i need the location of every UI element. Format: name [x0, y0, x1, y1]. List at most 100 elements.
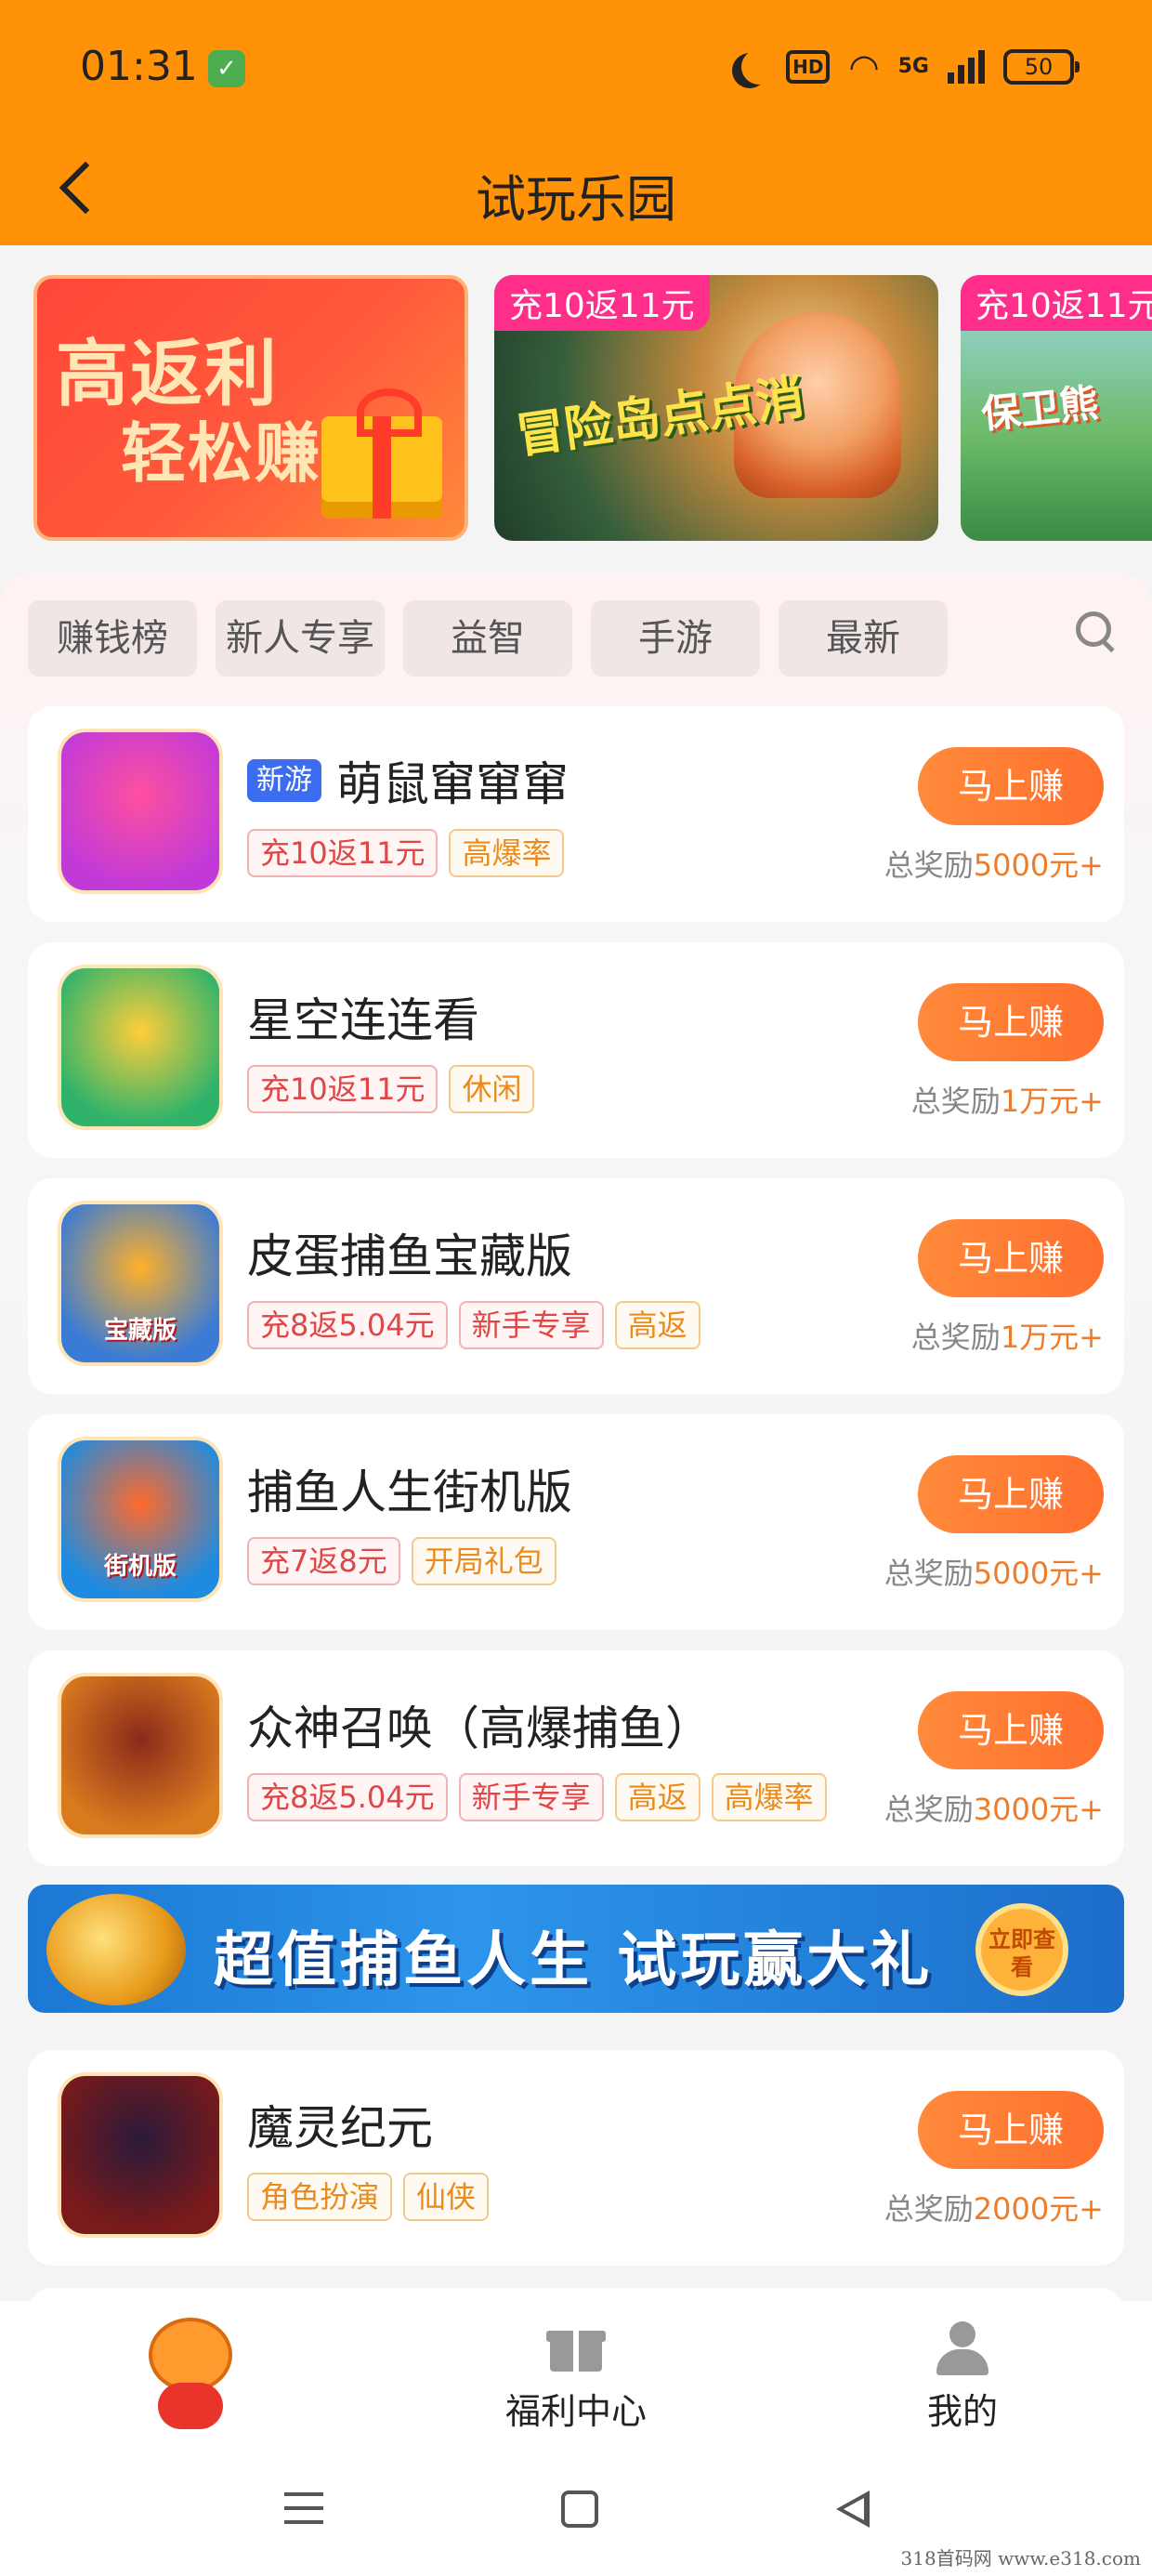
- gift-box-icon: [321, 388, 442, 519]
- menu-icon[interactable]: [284, 2492, 323, 2526]
- reward-label: 总奖励: [884, 848, 974, 883]
- game-title-row: 皮蛋捕鱼宝藏版: [247, 1219, 572, 1286]
- earn-now-button[interactable]: 马上赚: [918, 983, 1104, 1061]
- game-card[interactable]: 街机版 捕鱼人生街机版充7返8元 开局礼包 马上赚总奖励5000元+: [28, 1414, 1124, 1630]
- banner-line2: 轻松赚: [121, 415, 321, 492]
- moon-icon: [741, 49, 777, 85]
- reward-label: 总奖励: [884, 1792, 974, 1827]
- battery-icon: 50: [1003, 49, 1080, 85]
- game-card[interactable]: 宝藏版 皮蛋捕鱼宝藏版充8返5.04元 新手专享 高返 马上赚总奖励1万元+: [28, 1178, 1124, 1394]
- banner-tag: 充10返11元: [961, 275, 1152, 331]
- home-icon[interactable]: [561, 2491, 598, 2528]
- game-tag: 充8返5.04元: [247, 1301, 448, 1349]
- search-icon[interactable]: [1076, 611, 1115, 651]
- game-card[interactable]: 众神召唤（高爆捕鱼） 充8返5.04元 新手专享 高返 高爆率 马上赚总奖励3000元+: [28, 1650, 1124, 1866]
- reward-label: 总奖励: [910, 1320, 1001, 1355]
- tab-puzzle[interactable]: 益智: [403, 600, 572, 677]
- game-card[interactable]: 新游 萌鼠窜窜窜充10返11元 高爆率 马上赚总奖励5000元+: [28, 706, 1124, 922]
- total-reward: 总奖励3000元+: [884, 1786, 1104, 1829]
- dragon-mascot-icon: [121, 2308, 260, 2438]
- banner-game-2[interactable]: 充10返11元 保卫熊: [961, 275, 1152, 541]
- earn-now-button[interactable]: 马上赚: [918, 1219, 1104, 1297]
- game-tag: 休闲: [449, 1065, 535, 1113]
- game-icon[interactable]: [58, 965, 223, 1130]
- earn-now-button[interactable]: 马上赚: [918, 747, 1104, 825]
- tab-newcomer[interactable]: 新人专享: [216, 600, 385, 677]
- game-icon[interactable]: [58, 729, 223, 894]
- game-icon[interactable]: 街机版: [58, 1437, 223, 1602]
- game-tag: 角色扮演: [247, 2173, 393, 2221]
- earn-now-button[interactable]: 马上赚: [918, 2091, 1104, 2169]
- network-type: 5G: [897, 55, 929, 78]
- icon-label: 街机版: [103, 1553, 177, 1581]
- game-tag: 充7返8元: [247, 1537, 400, 1585]
- reward-label: 总奖励: [884, 1556, 974, 1591]
- page-title: 试玩乐园: [476, 170, 676, 229]
- tab-mobile-games[interactable]: 手游: [591, 600, 760, 677]
- gift-icon: [546, 2323, 606, 2372]
- nav-label: 我的: [926, 2391, 998, 2432]
- game-tag: 充8返5.04元: [247, 1773, 448, 1821]
- game-tag: 高爆率: [449, 829, 565, 877]
- user-icon: [936, 2321, 988, 2375]
- nav-welfare-center[interactable]: 福利中心: [437, 2301, 715, 2448]
- game-title-row: 众神召唤（高爆捕鱼）: [247, 1691, 712, 1758]
- signal-icon: [948, 50, 985, 84]
- game-name: 皮蛋捕鱼宝藏版: [247, 1229, 572, 1283]
- system-icons: HD ◠ 5G 50: [732, 45, 1080, 89]
- shield-icon: ✓: [208, 50, 245, 87]
- game-name: 萌鼠窜窜窜: [336, 757, 569, 811]
- game-title-row: 魔灵纪元: [247, 2091, 433, 2158]
- reward-amount: 1万元+: [1000, 1084, 1104, 1119]
- promo-cta-button[interactable]: 立即查看: [975, 1903, 1068, 1996]
- game-tag: 高返: [614, 1773, 700, 1821]
- game-tag: 充10返11元: [247, 829, 439, 877]
- reward-amount: 5000元+: [973, 848, 1104, 883]
- game-tag: 新手专享: [458, 1773, 604, 1821]
- total-reward: 总奖励5000元+: [884, 1550, 1104, 1593]
- tab-latest[interactable]: 最新: [779, 600, 948, 677]
- earn-now-button[interactable]: 马上赚: [918, 1691, 1104, 1769]
- game-tags: 充7返8元 开局礼包: [247, 1537, 556, 1585]
- game-card[interactable]: 星空连连看充10返11元 休闲 马上赚总奖励1万元+: [28, 942, 1124, 1158]
- nav-label: 福利中心: [504, 2391, 647, 2432]
- game-tags: 角色扮演 仙侠: [247, 2173, 490, 2221]
- game-tag: 新手专享: [458, 1301, 604, 1349]
- tab-earn-ranking[interactable]: 赚钱榜: [28, 600, 197, 677]
- game-card[interactable]: 魔灵纪元 角色扮演 仙侠 马上赚 总奖励2000元+: [28, 2050, 1124, 2266]
- game-title-row: 星空连连看: [247, 983, 479, 1050]
- banner-high-rebate[interactable]: 高返利 轻松赚: [33, 275, 468, 541]
- reward-amount: 3000元+: [973, 1792, 1104, 1827]
- banner-game-name: 保卫熊: [979, 379, 1101, 438]
- game-icon[interactable]: 宝藏版: [58, 1201, 223, 1366]
- game-name: 魔灵纪元: [247, 2101, 433, 2155]
- banner-game-1[interactable]: 充10返11元 冒险岛点点消: [494, 275, 938, 541]
- banner-carousel[interactable]: 高返利 轻松赚 充10返11元 冒险岛点点消 充10返11元 保卫熊: [0, 245, 1152, 561]
- new-game-badge: 新游: [247, 759, 321, 802]
- reward-amount: 1万元+: [1000, 1320, 1104, 1355]
- back-icon[interactable]: [836, 2491, 873, 2528]
- nav-home[interactable]: [0, 2301, 279, 2448]
- total-reward: 总奖励1万元+: [911, 1078, 1104, 1121]
- wifi-icon: ◠: [848, 46, 880, 87]
- banner-tag: 充10返11元: [494, 275, 710, 331]
- game-tags: 充8返5.04元 新手专享 高返: [247, 1301, 700, 1349]
- category-tabs: 赚钱榜 新人专享 益智 手游 最新: [28, 600, 948, 677]
- system-nav-bar: 318首码网 www.e318.com: [0, 2448, 1152, 2576]
- reward-amount: 5000元+: [973, 1556, 1104, 1591]
- earn-now-button[interactable]: 马上赚: [918, 1455, 1104, 1533]
- game-tags: 充8返5.04元 新手专享 高返 高爆率: [247, 1773, 827, 1821]
- game-tag: 高返: [614, 1301, 700, 1349]
- reward-label: 总奖励: [910, 1084, 1001, 1119]
- app-header: 试玩乐园: [0, 130, 1152, 245]
- game-tags: 充10返11元 休闲: [247, 1065, 535, 1113]
- game-icon[interactable]: [58, 2072, 223, 2238]
- reward-amount: 2000元+: [973, 2191, 1104, 2227]
- game-title-row: 新游 萌鼠窜窜窜: [247, 747, 569, 814]
- promo-banner[interactable]: 超值捕鱼人生 试玩赢大礼 立即查看: [28, 1885, 1124, 2013]
- hd-icon: HD: [786, 50, 831, 84]
- nav-mine[interactable]: 我的: [823, 2301, 1102, 2448]
- game-tags: 充10返11元 高爆率: [247, 829, 565, 877]
- game-icon[interactable]: [58, 1673, 223, 1838]
- game-name: 捕鱼人生街机版: [247, 1465, 572, 1519]
